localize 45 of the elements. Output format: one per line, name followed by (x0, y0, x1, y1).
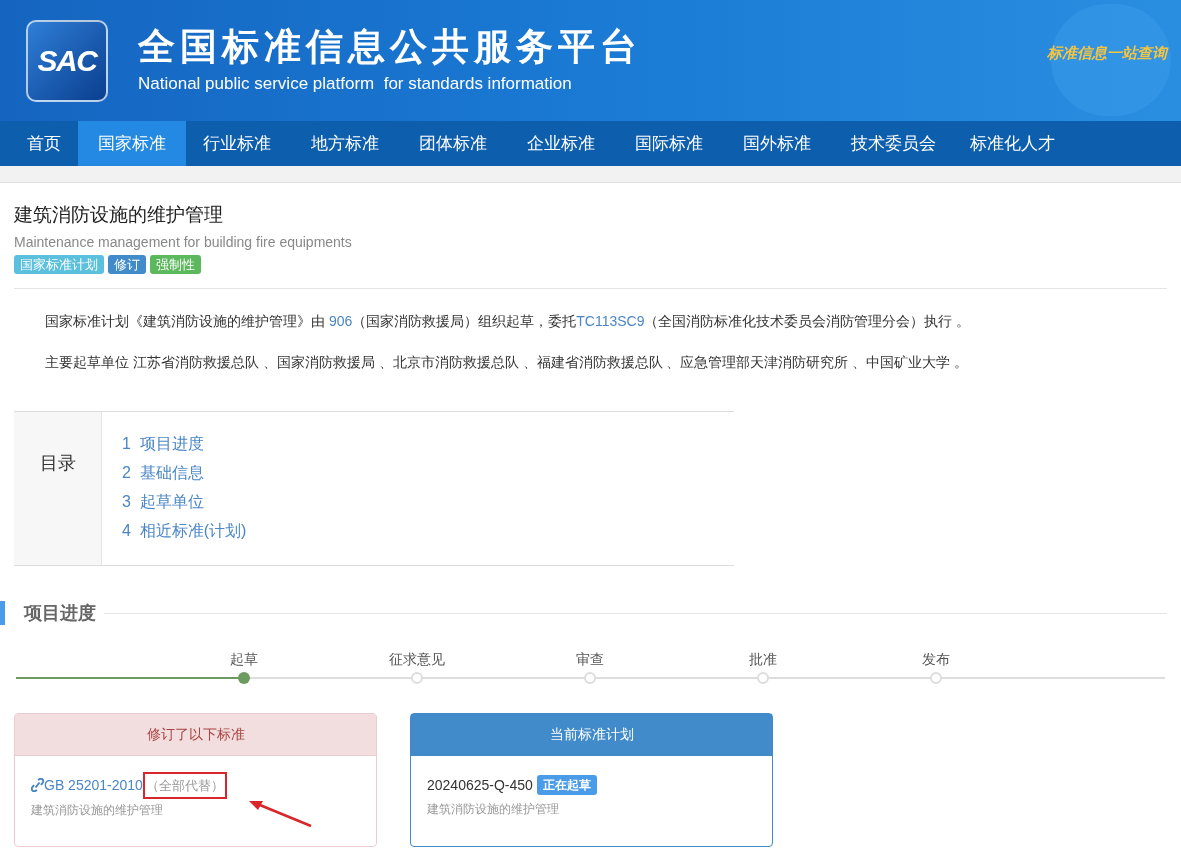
toc-link[interactable]: 3 起草单位 (122, 489, 247, 513)
step-label: 批准 (749, 649, 777, 669)
status-badge: 正在起草 (536, 775, 597, 795)
link-icon (31, 778, 44, 793)
toc-title: 目录 (39, 451, 76, 475)
nav-tab[interactable]: 地方标准 (294, 121, 402, 166)
plan-number: 20240625-Q-450 (427, 775, 533, 795)
arrow-annotation (249, 799, 313, 828)
summary-paragraph: 国家标准计划《建筑消防设施的维护管理》由 906（国家消防救援局）组织起草，委托TC113SC9（全国消防标准化技术委员会消防管理分会）执行 。 (44, 311, 972, 331)
tag-badge: 国家标准计划 (14, 254, 104, 274)
standard-name: 建筑消防设施的维护管理 (31, 802, 163, 819)
toc-link[interactable]: 2 基础信息 (122, 460, 247, 484)
summary-link[interactable]: 906 (328, 312, 353, 329)
nav-tab[interactable]: 技术委员会 (834, 121, 953, 166)
section-title: 项目进度 (24, 601, 96, 625)
site-subtitle: National public service platform for standards information (138, 72, 573, 95)
nav-tab[interactable]: 国家标准 (78, 121, 186, 166)
step-label: 征求意见 (389, 649, 445, 669)
step-label: 起草 (230, 649, 258, 669)
panel-title: 当前标准计划 (549, 725, 634, 744)
standard-link[interactable]: GB 25201-2010 (44, 774, 143, 796)
tag-badge: 强制性 (150, 254, 201, 274)
step-label: 审查 (576, 649, 604, 669)
standard-title: 建筑消防设施的维护管理 (14, 203, 224, 227)
nav-tab[interactable]: 首页 (10, 121, 78, 166)
nav-tab[interactable]: 行业标准 (186, 121, 294, 166)
step-label: 发布 (922, 649, 950, 669)
standard-english-title: Maintenance management for building fire equipments (14, 232, 353, 252)
section-accent-bar (0, 601, 5, 625)
slogan: 标准信息一站查询 (1047, 43, 1167, 63)
toc-link[interactable]: 4 相近标准(计划) (122, 518, 247, 542)
site-title: 全国标准信息公共服务平台 (138, 24, 642, 69)
drafting-units-text: 主要起草单位 江苏省消防救援总队 、国家消防救援局 、北京市消防救援总队 、福建省消防救援总队 、应急管理部天津消防研究所 、中国矿业大学 。 (44, 352, 970, 372)
toc-link[interactable]: 1 项目进度 (122, 431, 247, 455)
nav-tab[interactable]: 企业标准 (510, 121, 618, 166)
summary-link[interactable]: TC113SC9 (576, 312, 645, 329)
nav-tab[interactable]: 标准化人才 (953, 121, 1072, 166)
panel-title: 修订了以下标准 (146, 724, 245, 744)
nav-tab[interactable]: 国外标准 (726, 121, 834, 166)
standard-name: 建筑消防设施的维护管理 (427, 800, 560, 818)
replacement-note: （全部代替） (144, 773, 225, 797)
logo: SAC (26, 19, 108, 102)
nav-tab[interactable]: 团体标准 (402, 121, 510, 166)
nav-tab[interactable]: 国际标准 (618, 121, 726, 166)
tag-badge: 修订 (108, 254, 146, 274)
